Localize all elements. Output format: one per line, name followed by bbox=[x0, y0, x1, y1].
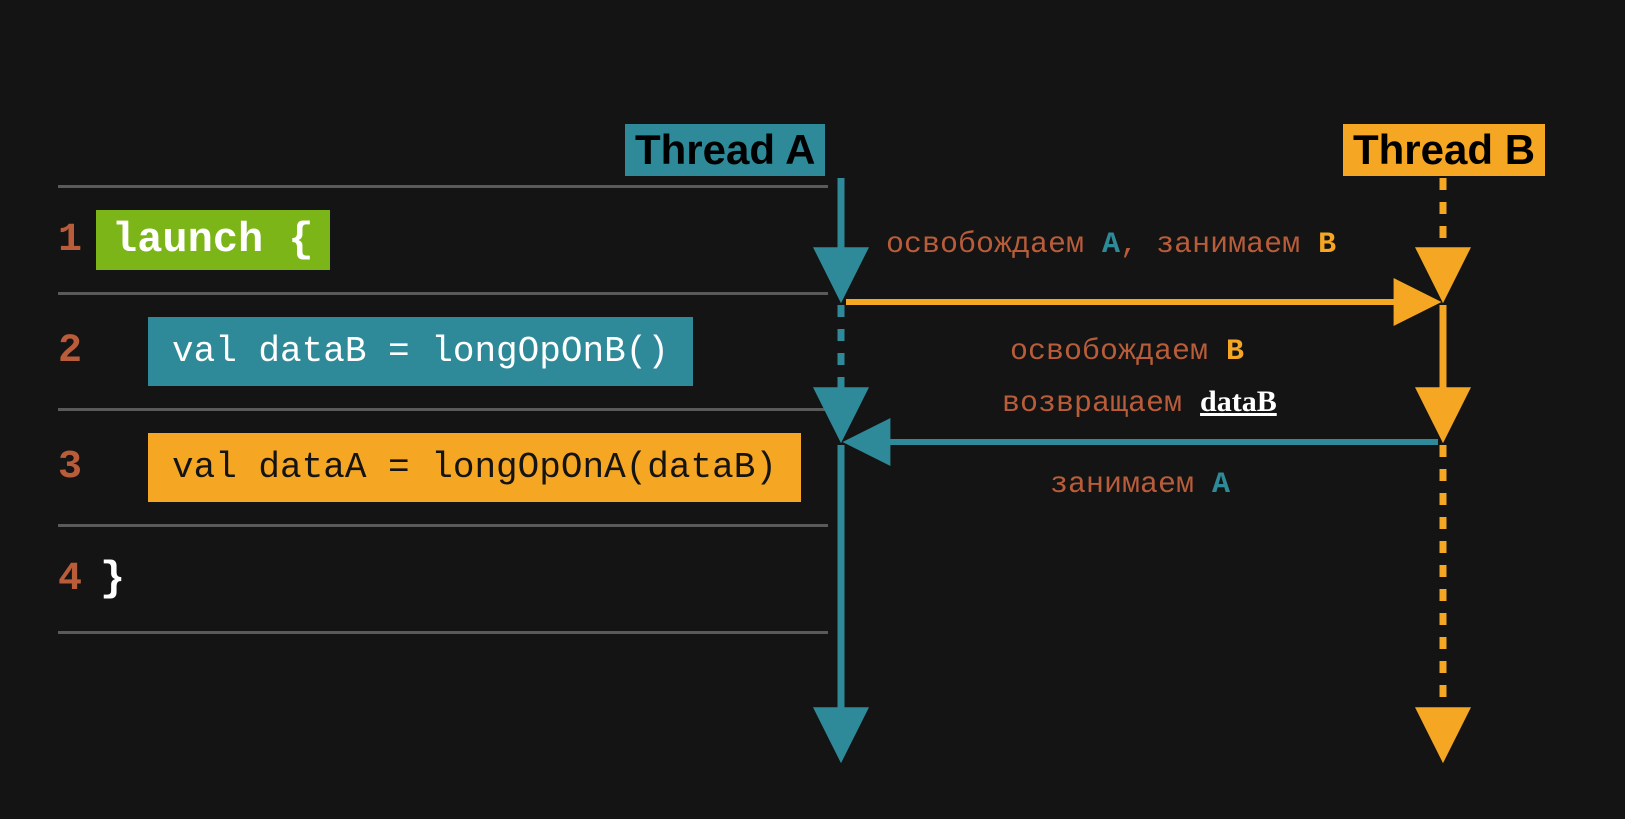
annot-release-b: освобождаем B bbox=[1010, 335, 1244, 369]
annot-return-datab: возвращаем dataB bbox=[1002, 385, 1277, 421]
closing-brace: } bbox=[100, 555, 125, 603]
annot-release-a-acquire-b: освобождаем A, занимаем B bbox=[886, 228, 1336, 262]
code-orange-box: val dataA = longOpOnA(dataB) bbox=[148, 433, 801, 502]
annot-acquire-a: занимаем A bbox=[1050, 468, 1230, 502]
line-number: 2 bbox=[58, 329, 108, 374]
code-row-1: 1 launch { bbox=[58, 188, 828, 292]
code-row-2: 2 val dataB = longOpOnB() bbox=[58, 295, 828, 408]
thread-a-label: Thread A bbox=[625, 124, 825, 176]
code-teal-box: val dataB = longOpOnB() bbox=[148, 317, 693, 386]
divider bbox=[58, 631, 828, 634]
launch-box: launch { bbox=[96, 210, 330, 270]
code-block: 1 launch { 2 val dataB = longOpOnB() 3 v… bbox=[58, 185, 828, 634]
line-number: 3 bbox=[58, 445, 108, 490]
thread-b-label: Thread B bbox=[1343, 124, 1545, 176]
code-row-3: 3 val dataA = longOpOnA(dataB) bbox=[58, 411, 828, 524]
code-row-4: 4 } bbox=[58, 527, 828, 631]
